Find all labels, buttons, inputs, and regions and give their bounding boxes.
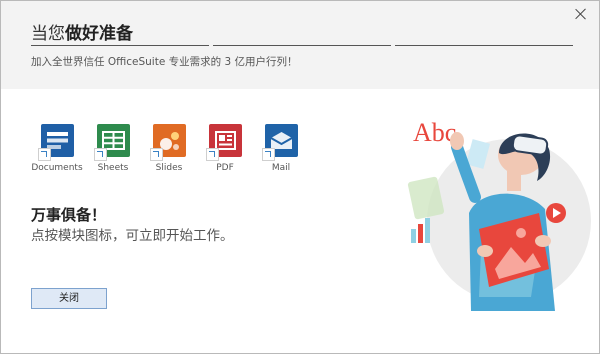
app-label: Mail (271, 163, 291, 173)
app-sheets[interactable]: Sheets (85, 124, 141, 173)
title-rule-3 (395, 45, 573, 46)
shortcut-arrow-icon (37, 148, 51, 161)
page-title: 当您做好准备 (31, 19, 133, 44)
app-pdf[interactable]: PDF (197, 124, 253, 173)
sheets-icon[interactable] (93, 124, 130, 161)
app-documents[interactable]: Documents (29, 124, 85, 173)
ready-description: 点按模块图标，可立即开始工作。 (31, 228, 234, 244)
ready-heading: 万事俱备！ (31, 206, 107, 224)
app-label: Sheets (97, 163, 129, 173)
app-label: Slides (155, 163, 183, 173)
person-illustration: Abc (399, 101, 595, 311)
shortcut-arrow-icon (205, 148, 219, 161)
setup-window: 当您做好准备 加入全世界信任 OfficeSuite 专业需求的 3 亿用户行列… (0, 0, 600, 354)
close-icon[interactable] (574, 7, 588, 21)
slides-icon[interactable] (149, 124, 186, 161)
shortcut-arrow-icon (149, 148, 163, 161)
pdf-icon[interactable] (205, 124, 242, 161)
title-light: 当您 (31, 24, 65, 44)
abc-text: Abc (413, 118, 456, 147)
title-rule-1 (31, 45, 209, 46)
title-rule-2 (213, 45, 391, 46)
documents-icon[interactable] (37, 124, 74, 161)
close-button[interactable]: 关闭 (31, 288, 107, 309)
title-bold: 做好准备 (65, 24, 133, 44)
app-slides[interactable]: Slides (141, 124, 197, 173)
app-label: Documents (31, 163, 83, 173)
app-list: Documents Sheets Slides PDF Mail (29, 124, 309, 173)
app-mail[interactable]: Mail (253, 124, 309, 173)
app-label: PDF (216, 163, 234, 173)
shortcut-arrow-icon (261, 148, 275, 161)
shortcut-arrow-icon (93, 148, 107, 161)
header-panel: 当您做好准备 加入全世界信任 OfficeSuite 专业需求的 3 亿用户行列… (1, 1, 599, 89)
subtitle: 加入全世界信任 OfficeSuite 专业需求的 3 亿用户行列！ (31, 56, 298, 68)
mail-icon[interactable] (261, 124, 298, 161)
